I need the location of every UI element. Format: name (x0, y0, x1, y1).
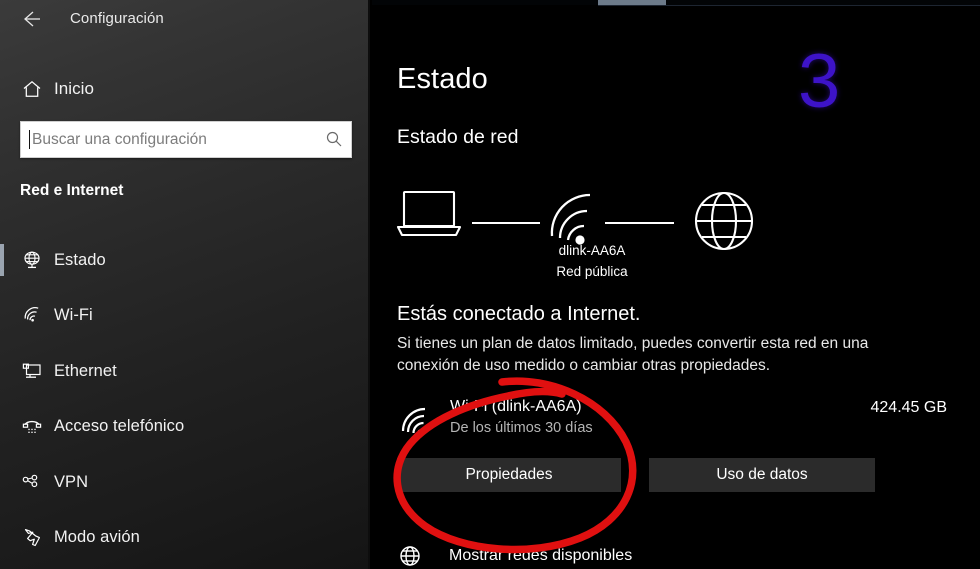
laptop-icon (396, 190, 462, 237)
home-icon (20, 77, 44, 101)
back-arrow-icon[interactable] (18, 7, 44, 31)
connection-status-description: Si tienes un plan de datos limitado, pue… (397, 335, 869, 374)
sidebar-item-acceso-telefonico[interactable]: Acceso telefónico (0, 405, 370, 447)
globe-icon (397, 544, 423, 568)
search-box[interactable] (20, 121, 352, 158)
sidebar-divider (368, 0, 370, 569)
text-cursor (29, 130, 30, 149)
page-title: Estado (397, 63, 488, 95)
ethernet-icon (20, 359, 44, 383)
title-bar: Configuración (0, 0, 370, 40)
airplane-icon (20, 525, 44, 549)
connection-status-line: Estás conectado a Internet. (397, 303, 641, 325)
wifi-icon (400, 406, 434, 438)
sidebar-item-label-home: Inicio (54, 79, 94, 98)
sidebar-item-vpn[interactable]: VPN (0, 461, 370, 503)
globe-monitor-icon (20, 248, 44, 272)
sidebar-section-label: Red e Internet (20, 182, 124, 199)
window-top-line (598, 5, 980, 6)
diagram-network-name: dlink-AA6A (558, 243, 626, 258)
usage-network-title: Wi-Fi (dlink-AA6A) (450, 398, 582, 415)
window-title: Configuración (70, 10, 164, 27)
properties-button[interactable]: Propiedades (397, 458, 621, 492)
section-heading: Estado de red (397, 126, 519, 148)
sidebar-item-label-vpn: VPN (54, 472, 89, 491)
sidebar-item-label-estado: Estado (54, 250, 106, 269)
usage-amount: 424.45 GB (870, 399, 948, 416)
window-top-highlight (598, 0, 666, 5)
search-icon[interactable] (325, 130, 343, 148)
settings-window: Configuración Inicio Red e Internet (0, 0, 980, 569)
sidebar-item-label-ethernet: Ethernet (54, 361, 117, 380)
sidebar-item-modo-avion[interactable]: Modo avión (0, 516, 370, 558)
sidebar-item-label-modo-avion: Modo avión (54, 527, 140, 546)
sidebar-item-label-wifi: Wi-Fi (54, 305, 93, 324)
main-content: Estado Estado de red dlink-AA6A Red públ… (372, 0, 980, 569)
show-available-networks-link[interactable]: Mostrar redes disponibles (397, 543, 632, 569)
sidebar-item-estado[interactable]: Estado (0, 239, 370, 281)
diagram-network-type: Red pública (556, 264, 628, 279)
usage-period-label: De los últimos 30 días (450, 420, 593, 436)
dial-up-phone-icon (20, 414, 44, 438)
sidebar-item-home[interactable]: Inicio (0, 68, 370, 110)
data-usage-button[interactable]: Uso de datos (649, 458, 875, 492)
sidebar-item-ethernet[interactable]: Ethernet (0, 350, 370, 392)
sidebar-item-label-acceso-telefonico: Acceso telefónico (54, 416, 185, 435)
wifi-icon (550, 193, 591, 245)
globe-icon (694, 191, 754, 251)
vpn-icon (20, 470, 44, 494)
show-available-networks-label: Mostrar redes disponibles (449, 547, 633, 564)
search-input[interactable] (21, 123, 351, 156)
sidebar: Configuración Inicio Red e Internet (0, 0, 370, 569)
sidebar-item-wifi[interactable]: Wi-Fi (0, 294, 370, 336)
wifi-icon (20, 303, 44, 327)
